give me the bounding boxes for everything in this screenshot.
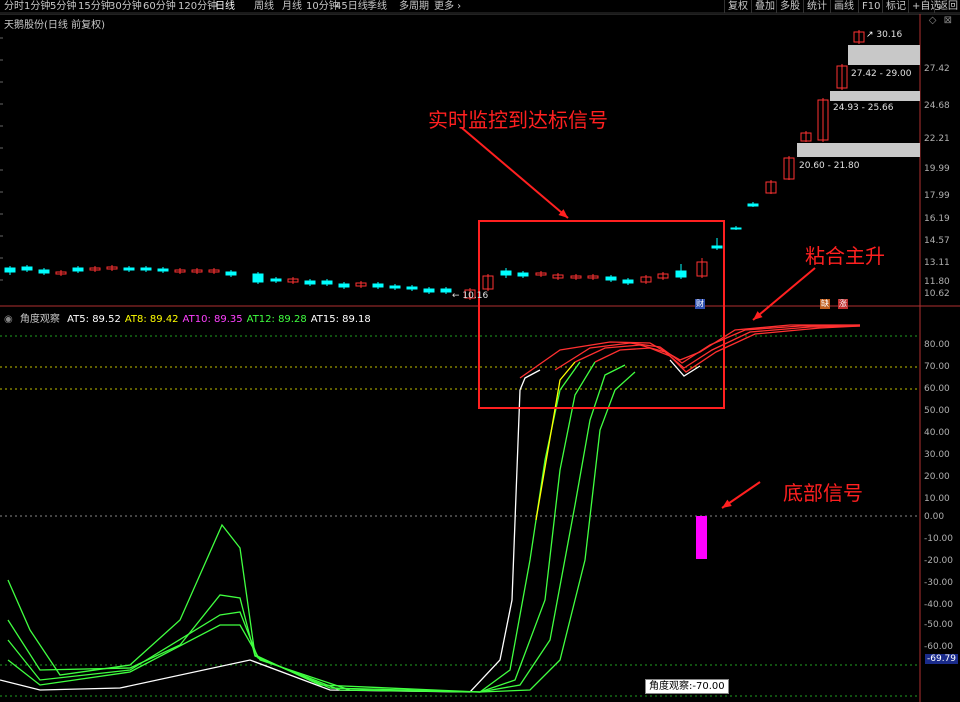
indicator-line-1 (7, 361, 581, 693)
arrow-bottom-head (722, 499, 732, 508)
zone-label-2: 24.93 - 25.66 (833, 103, 894, 113)
price-axis-tick: 13.11 (924, 258, 950, 268)
candle-body (389, 285, 401, 289)
indicator-axis-tick: -60.00 (924, 642, 954, 652)
candle-body (4, 267, 16, 273)
candle-body (252, 273, 264, 283)
zone-label-1: 27.42 - 29.00 (851, 69, 912, 79)
candle-body (270, 278, 282, 282)
arrow-sticky (752, 267, 816, 321)
indicator-line-2 (535, 361, 576, 521)
indicator-axis-tick: 40.00 (924, 428, 950, 438)
indicator-axis-tick: -50.00 (924, 620, 954, 630)
indicator-axis-tick: 60.00 (924, 384, 950, 394)
candle-body (747, 203, 759, 207)
price-axis-tick: 11.80 (924, 277, 950, 287)
price-zone-2 (797, 143, 920, 157)
indicator-value-4: AT15: 89.18 (310, 314, 371, 325)
candle-body (304, 280, 316, 285)
candle-body (72, 267, 84, 272)
candle-body (605, 276, 617, 281)
annotation-bottom: 底部信号 (783, 481, 863, 505)
indicator-value-1: AT8: 89.42 (124, 314, 179, 325)
price-high-label: ↗ 30.16 (866, 30, 903, 40)
indicator-line-0 (0, 369, 541, 693)
indicator-axis-tick: 50.00 (924, 406, 950, 416)
price-axis-tick: 10.62 (924, 289, 950, 299)
candle-body (38, 269, 50, 274)
indicator-axis-tick: 10.00 (924, 494, 950, 504)
candle-body (157, 268, 169, 272)
gap-badge-icon[interactable]: 缺 (820, 299, 830, 309)
indicator-icon[interactable]: ◉ (4, 314, 13, 325)
candle-body (500, 270, 512, 276)
candle-body (711, 245, 723, 249)
indicator-name: 角度观察 (19, 314, 60, 325)
price-zone-1 (830, 91, 920, 101)
price-axis-tick: 27.42 (924, 64, 950, 74)
candle-body (730, 227, 742, 230)
price-axis-tick: 16.19 (924, 214, 950, 224)
candle-body (675, 270, 687, 278)
indicator-value-0: AT5: 89.52 (67, 314, 121, 325)
candle-body (622, 279, 634, 284)
annotation-sticky: 粘合主升 (805, 244, 885, 268)
indicator-line-9 (594, 325, 861, 373)
candle-body (440, 288, 452, 293)
indicator-legend: ◉ 角度观察 AT5: 89.52 AT8: 89.42 AT10: 89.35 AT… (4, 310, 379, 325)
indicator-value-3: AT12: 89.28 (246, 314, 307, 325)
candle-body (372, 283, 384, 288)
indicator-axis-tick: -69.79 (925, 654, 959, 664)
indicator-axis-tick: -20.00 (924, 556, 954, 566)
price-axis-tick: 14.57 (924, 236, 950, 246)
cai-badge-icon[interactable]: 财 (695, 299, 705, 309)
price-low-label: ← 10.16 (452, 291, 489, 301)
indicator-axis-tick: 80.00 (924, 340, 950, 350)
price-axis-tick: 24.68 (924, 101, 950, 111)
candle-body (225, 271, 237, 276)
candle-body (338, 283, 350, 288)
indicator-axis-tick: 0.00 (924, 512, 945, 522)
candle-body (140, 267, 152, 271)
indicator-axis-tick: -30.00 (924, 578, 954, 588)
candle-body (517, 272, 529, 277)
indicator-axis-tick: 70.00 (924, 362, 950, 372)
candle-body (321, 280, 333, 285)
indicator-line-5 (7, 371, 636, 693)
indicator-value-2: AT10: 89.35 (182, 314, 243, 325)
zone-label-3: 20.60 - 21.80 (799, 161, 860, 171)
highlight-box (478, 220, 725, 409)
indicator-axis-tick: -10.00 (924, 534, 954, 544)
candle-body (423, 288, 435, 293)
indicator-line-8 (574, 325, 861, 369)
indicator-axis-tick: 20.00 (924, 472, 950, 482)
annotation-realtime: 实时监控到达标信号 (428, 108, 608, 132)
indicator-axis-tick: 30.00 (924, 450, 950, 460)
arrow-realtime (461, 127, 569, 219)
bottom-signal-bar (696, 516, 707, 559)
candle-body (21, 266, 33, 271)
candle-body (123, 267, 135, 271)
indicator-axis-tick: -40.00 (924, 600, 954, 610)
candle-body (406, 286, 418, 290)
price-axis-tick: 17.99 (924, 191, 950, 201)
indicator-line-3 (7, 361, 596, 693)
price-axis-tick: 22.21 (924, 134, 950, 144)
rise-badge-icon[interactable]: 涨 (838, 299, 848, 309)
indicator-tooltip: 角度观察:-70.00 (645, 679, 729, 694)
price-zone-0 (848, 45, 920, 65)
price-axis-tick: 19.99 (924, 164, 950, 174)
indicator-line-4 (7, 364, 626, 693)
